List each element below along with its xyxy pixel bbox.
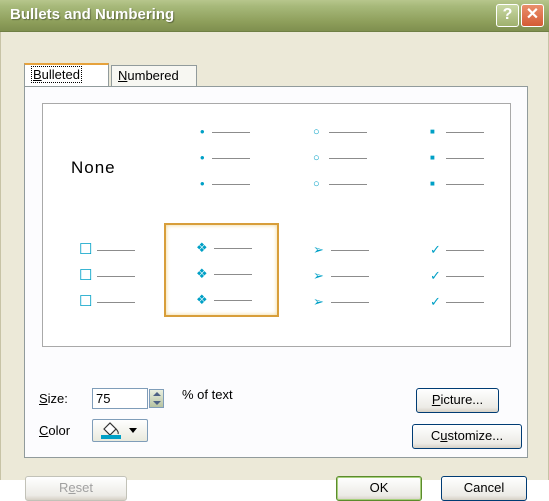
text-line [446,276,484,277]
reset-label-start: R [59,480,69,495]
customize-label: stomize... [447,428,504,443]
window-title: Bullets and Numbering [10,6,175,23]
text-line [212,158,250,159]
picture-button[interactable]: Picture... [416,388,499,413]
hollow-circle-bullet-icon: ○ [313,178,320,190]
bullet-style-none[interactable]: None [43,104,160,226]
tab-bulleted-text: ulleted [41,67,80,82]
small-dot-bullet-icon: • [200,150,205,165]
text-line [446,302,484,303]
text-line [212,184,250,185]
filled-square-bullet-icon: ■ [430,127,435,136]
color-picker-button[interactable] [92,419,148,442]
paint-bucket-icon [101,422,121,439]
bullet-style-hollow-circle[interactable]: ○ ○ ○ [277,104,394,226]
text-line [214,300,252,301]
hollow-circle-bullet-icon: ○ [313,126,320,138]
bullet-style-small-dot[interactable]: • • • [160,104,277,226]
filled-square-bullet-icon: ■ [430,179,435,188]
customize-mnemonic: u [440,428,448,443]
text-line [446,132,484,133]
arrowhead-bullet-icon: ➢ [313,242,324,257]
text-line [214,248,252,249]
text-line [331,276,369,277]
tab-bulleted-mnemonic: B [33,67,42,82]
size-label: Size: [39,391,68,406]
text-line [329,158,367,159]
text-line [446,184,484,185]
reset-mnemonic: e [68,480,76,495]
size-suffix: % of text [182,387,233,402]
color-label-text: olor [48,423,71,438]
tab-numbered-text: umbered [127,68,179,83]
four-diamond-bullet-icon: ❖ [196,240,208,255]
small-dot-bullet-icon: • [200,124,205,139]
text-line [212,132,250,133]
color-label: Color [39,423,70,438]
hollow-square-bullet-icon: ☐ [79,267,93,284]
four-diamond-bullet-icon: ❖ [196,266,208,281]
checkmark-bullet-icon: ✓ [430,242,441,257]
checkmark-bullet-icon: ✓ [430,268,441,283]
size-label-text: ize: [47,391,68,406]
arrowhead-bullet-icon: ➢ [313,294,324,309]
text-line [446,250,484,251]
title-bar[interactable]: Bullets and Numbering ? ✕ [0,0,549,32]
bullets-numbering-dialog: Bullets and Numbering ? ✕ Bulleted Numbe… [0,0,549,501]
text-line [446,158,484,159]
help-button[interactable]: ? [496,4,519,27]
chevron-down-icon [129,428,137,433]
size-mnemonic: S [39,391,48,406]
bullet-style-checkmark[interactable]: ✓ ✓ ✓ [394,226,511,348]
four-diamond-bullet-icon: ❖ [196,292,208,307]
hollow-square-bullet-icon: ☐ [79,241,93,258]
small-dot-bullet-icon: • [200,176,205,191]
checkmark-bullet-icon: ✓ [430,294,441,309]
reset-label: set [75,480,93,495]
filled-square-bullet-icon: ■ [430,153,435,162]
text-line [329,132,367,133]
size-spinner[interactable] [149,389,164,408]
text-line [329,184,367,185]
tab-bulleted[interactable]: Bulleted [24,63,109,87]
customize-label-start: C [430,428,441,443]
bullet-style-filled-square[interactable]: ■ ■ ■ [394,104,511,226]
bullet-style-four-diamond[interactable]: ❖ ❖ ❖ [164,223,279,317]
color-mnemonic: C [39,423,49,438]
tab-numbered-mnemonic: N [118,68,128,83]
bullet-style-arrowhead[interactable]: ➢ ➢ ➢ [277,226,394,348]
tab-bulleted-label: Bulleted [31,66,82,83]
text-line [214,274,252,275]
dialog-body: Bulleted Numbered None • • • ○ ○ ○ ■ ■ ■… [0,32,549,501]
text-line [331,250,369,251]
picture-mnemonic: P [431,392,441,407]
text-line [97,302,135,303]
text-line [97,276,135,277]
text-line [97,250,135,251]
arrowhead-bullet-icon: ➢ [313,268,324,283]
hollow-circle-bullet-icon: ○ [313,152,320,164]
text-line [331,302,369,303]
hollow-square-bullet-icon: ☐ [79,293,93,310]
picture-label: icture... [440,392,484,407]
tab-numbered[interactable]: Numbered [111,65,197,87]
customize-button[interactable]: Customize... [412,424,522,449]
bullet-style-grid: None • • • ○ ○ ○ ■ ■ ■ ☐ ☐ ☐ ❖ ❖ ❖ ➢ ➢ ➢… [42,103,511,347]
close-button[interactable]: ✕ [521,4,544,27]
bullet-style-hollow-square[interactable]: ☐ ☐ ☐ [43,226,160,348]
none-label: None [71,158,116,177]
size-input[interactable]: 75 [92,388,148,409]
